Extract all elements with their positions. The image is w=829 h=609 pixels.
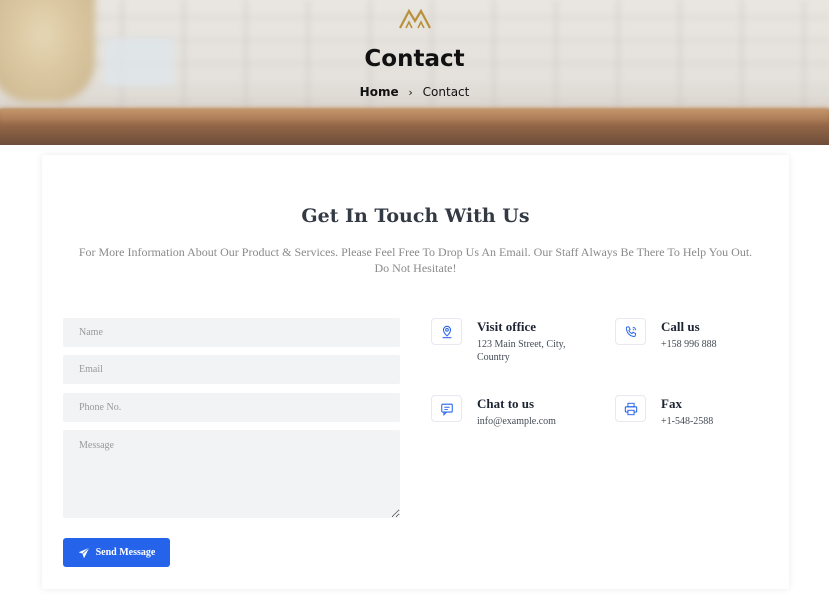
phone-input[interactable] [63,393,400,422]
fax-number: +1-548-2588 [661,416,714,427]
page-hero: Contact Home › Contact [0,0,829,145]
send-message-button[interactable]: Send Message [63,538,170,567]
contact-info-title: Visit office [477,319,537,334]
brand-logo-icon[interactable] [398,8,432,30]
section-intro: For More Information About Our Product &… [78,245,753,275]
printer-icon [615,395,646,422]
contact-info-value: 123 Main Street, City, Country [477,339,566,363]
map-pin-icon [431,318,462,345]
phone-link[interactable]: +158 996 888 [661,338,761,351]
contact-info-title: Chat to us [477,396,535,411]
contact-info-title: Call us [661,319,700,334]
phone-icon [615,318,646,345]
page-title: Contact [364,46,465,72]
section-heading: Get In Touch With Us [301,205,530,227]
paper-plane-icon [78,546,90,558]
contact-info-title: Fax [661,396,682,411]
message-textarea[interactable] [63,430,400,518]
chat-icon [431,395,462,422]
chevron-right-icon: › [408,86,413,99]
email-link[interactable]: info@example.com [477,415,577,428]
breadcrumb: Home › Contact [0,85,829,99]
name-input[interactable] [63,318,400,347]
breadcrumb-home-link[interactable]: Home [360,85,399,99]
contact-panel: Get In Touch With Us For More Informatio… [42,155,789,589]
breadcrumb-current: Contact [422,85,470,99]
email-input[interactable] [63,355,400,384]
send-message-label: Send Message [95,547,156,558]
hero-background-shelf [0,108,829,122]
